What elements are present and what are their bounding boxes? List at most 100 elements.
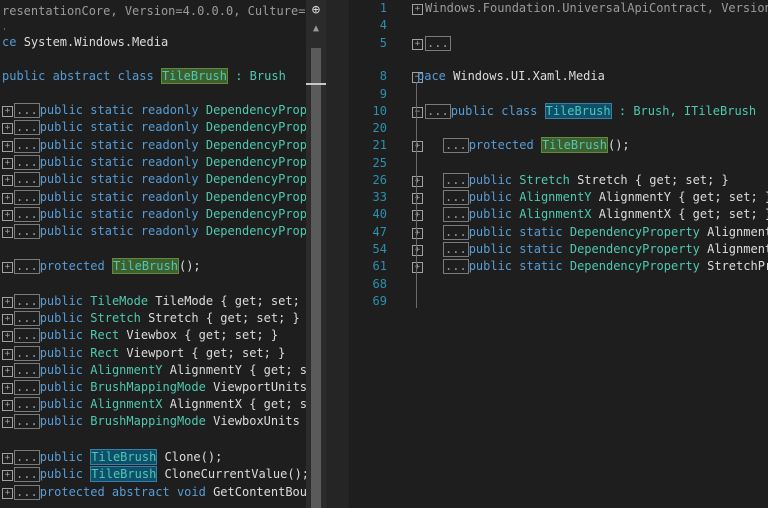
outline-toggle-icon[interactable]: + <box>2 470 13 482</box>
collapsed-region-dots[interactable]: ... <box>14 189 40 205</box>
collapsed-region-dots[interactable]: ... <box>443 225 469 240</box>
namespace-row: pace Windows.UI.Xaml.Media <box>417 68 605 85</box>
field-row: ... public static readonly DependencyProp… <box>14 223 306 240</box>
collapsed-region-dots[interactable]: ... <box>14 311 40 327</box>
collapsed-region-dots[interactable]: ... <box>14 103 40 118</box>
outline-toggle-icon[interactable]: + <box>2 192 13 204</box>
outline-toggle-icon[interactable]: − <box>412 107 423 118</box>
keyword-text: public <box>39 328 91 343</box>
collapsed-region-dots[interactable]: ... <box>14 224 40 240</box>
outline-toggle-icon[interactable]: + <box>412 193 423 204</box>
collapsed-region-dots[interactable]: ... <box>14 206 40 222</box>
highlighted-symbol: TileBrush <box>544 103 612 119</box>
member-row: ... public Stretch Stretch { get; set; } <box>443 172 729 189</box>
type-text: DependencyPrope <box>205 206 306 221</box>
collapsed-region-dots[interactable]: ... <box>443 138 469 153</box>
outline-toggle-icon[interactable]: + <box>412 4 423 15</box>
outline-toggle-icon[interactable]: + <box>2 123 13 135</box>
collapsed-region-dots[interactable]: ... <box>14 154 40 170</box>
type-text: DependencyProperty <box>569 225 708 239</box>
outline-toggle-icon[interactable]: + <box>2 175 13 187</box>
outline-toggle-icon[interactable]: + <box>412 39 423 50</box>
scroll-position-marker <box>306 83 326 85</box>
code-text: Stretch { get; set; } <box>577 173 729 187</box>
type-text: BrushMappingMode <box>90 380 214 394</box>
collapsed-region-dots[interactable]: ... <box>14 467 40 483</box>
type-text: Rect <box>90 328 127 343</box>
collapsed-region-dots[interactable]: ... <box>14 120 40 136</box>
member-row: ... public AlignmentY AlignmentY { get; s… <box>443 189 768 206</box>
collapsed-region-dots[interactable]: ... <box>14 484 40 500</box>
outline-toggle-icon[interactable]: + <box>2 106 13 117</box>
scroll-up-arrow-icon[interactable]: ▲ <box>311 22 321 36</box>
outline-toggle-icon[interactable]: + <box>2 157 13 169</box>
outline-toggle-icon[interactable]: + <box>412 228 423 239</box>
outline-toggle-icon[interactable]: + <box>2 400 13 412</box>
collapsed-region-dots[interactable]: ... <box>14 345 40 361</box>
outline-toggle-icon[interactable]: + <box>2 297 13 308</box>
line-number: 69 <box>372 294 387 308</box>
collapsed-region-dots[interactable]: ... <box>14 380 40 395</box>
outline-toggle-icon[interactable]: + <box>2 209 13 221</box>
right-code-editor[interactable]: 1 4 5 8 9 10 20 21 25 26 33 40 47 54 61 68 69 + Windows.Fo… <box>349 0 768 508</box>
outline-toggle-icon[interactable]: + <box>2 314 13 326</box>
keyword-text: public <box>468 173 520 187</box>
outline-toggle-icon[interactable]: + <box>2 383 13 394</box>
collapsed-region-dots[interactable]: ... <box>14 137 40 153</box>
collapsed-region-dots[interactable]: ... <box>14 172 40 188</box>
keyword-text: public static readonly <box>39 103 206 117</box>
collapsed-region-dots[interactable]: ... <box>14 328 40 344</box>
keyword-text: public static <box>468 242 570 256</box>
outline-toggle-icon[interactable]: + <box>2 140 13 152</box>
collapsed-region-dots[interactable]: ... <box>14 397 40 413</box>
outline-toggle-icon[interactable]: + <box>2 262 13 273</box>
outline-toggle-icon[interactable]: + <box>2 453 13 464</box>
constructor-row: ... protected TileBrush(); <box>14 258 201 275</box>
outline-toggle-icon[interactable]: + <box>2 417 13 429</box>
field-row: ... public static readonly DependencyProp… <box>14 137 306 154</box>
outline-toggle-icon[interactable]: + <box>412 141 423 152</box>
keyword-text: public <box>39 311 91 326</box>
collapsed-region-dots[interactable]: ... <box>14 259 40 274</box>
outline-toggle-icon[interactable]: + <box>412 176 423 187</box>
keyword-text: public static readonly <box>39 189 206 204</box>
keyword-text: public static <box>468 225 570 239</box>
member-row: ... public static DependencyProperty Alig… <box>443 241 768 258</box>
outline-toggle-icon[interactable]: + <box>2 348 13 360</box>
member-row: ... public static DependencyProperty Stre… <box>443 258 768 275</box>
collapsed-region-dots[interactable]: ... <box>443 190 469 205</box>
collapsed-region-dots[interactable]: ... <box>425 104 451 119</box>
code-text: AlignmentY { get; set; } <box>598 190 768 204</box>
collapsed-region-dots[interactable]: ... <box>425 36 451 51</box>
collapsed-region-dots[interactable]: ... <box>443 259 469 274</box>
scroll-thumb[interactable] <box>311 48 321 508</box>
collapsed-region-dots[interactable]: ... <box>14 294 40 309</box>
collapsed-region-dots[interactable]: ... <box>14 414 40 430</box>
outline-toggle-icon[interactable]: + <box>412 262 423 273</box>
vertical-scrollbar[interactable]: ⊕ ▲ <box>306 0 326 508</box>
outline-toggle-icon[interactable]: + <box>2 331 13 343</box>
code-text: Viewbox { get; set; } <box>126 328 279 343</box>
pane-splitter[interactable] <box>326 0 349 508</box>
keyword-text: public <box>39 345 91 360</box>
type-text: DependencyProperty <box>569 242 708 256</box>
outline-toggle-icon[interactable]: + <box>2 487 13 499</box>
line-number: 5 <box>379 36 387 50</box>
code-text: ViewboxUnits { <box>213 414 306 429</box>
outline-toggle-icon[interactable]: + <box>2 365 13 377</box>
outline-toggle-icon[interactable]: + <box>412 210 423 221</box>
collapsed-region-dots[interactable]: ... <box>443 207 469 222</box>
outline-toggle-icon[interactable]: + <box>2 227 13 239</box>
field-row: ... public static readonly DependencyProp… <box>14 102 306 119</box>
split-pane-icon[interactable]: ⊕ <box>306 0 326 20</box>
left-code-editor[interactable]: resentationCore, Version=4.0.0.0, Cultur… <box>0 0 306 508</box>
type-text: DependencyPrope <box>205 154 306 169</box>
property-row: ... public AlignmentX AlignmentX { get; s… <box>14 396 306 413</box>
collapsed-region-dots[interactable]: ... <box>443 242 469 257</box>
collapsed-region-dots[interactable]: ... <box>443 173 469 188</box>
collapsed-region-dots[interactable]: ... <box>14 450 40 465</box>
highlighted-symbol: TileBrush <box>540 137 608 153</box>
outline-toggle-icon[interactable]: + <box>412 245 423 256</box>
collapsed-region-dots[interactable]: ... <box>14 362 40 378</box>
code-text: (); <box>178 259 201 273</box>
